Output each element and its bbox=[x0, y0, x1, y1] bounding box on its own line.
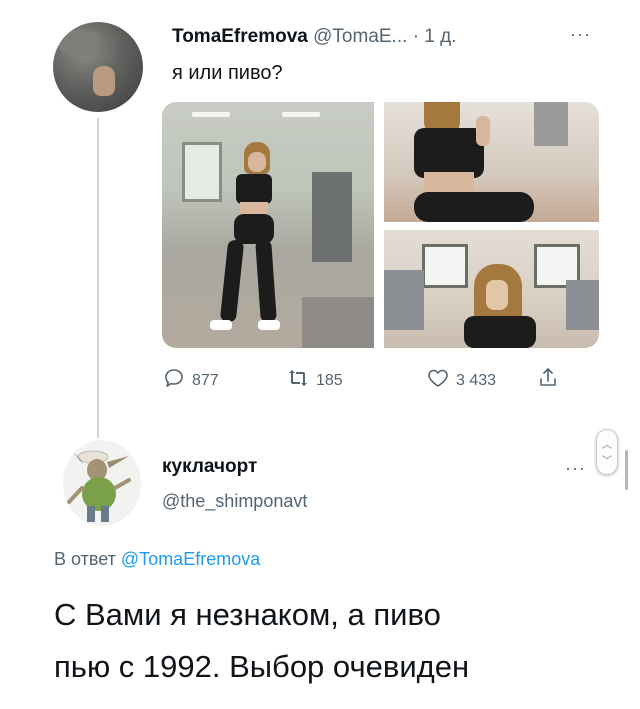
like-button[interactable]: 3 433 bbox=[426, 366, 496, 395]
retweet-icon bbox=[286, 366, 310, 395]
retweet-button[interactable]: 185 bbox=[286, 366, 343, 395]
share-icon bbox=[536, 366, 560, 395]
reply-more-options-button[interactable]: ··· bbox=[565, 458, 586, 479]
reply-button[interactable]: 877 bbox=[162, 366, 219, 395]
reply-text: С Вами я незнаком, а пиво пью с 1992. Вы… bbox=[54, 589, 614, 693]
reply-prefix: В ответ bbox=[54, 549, 116, 569]
scrollbar[interactable] bbox=[625, 450, 628, 490]
heart-icon bbox=[426, 366, 450, 395]
author-avatar[interactable] bbox=[53, 22, 143, 112]
avatar-hand-shape bbox=[93, 66, 115, 96]
chevron-down-icon: ﹀ bbox=[602, 456, 612, 467]
reply-text-line-1: С Вами я незнаком, а пиво bbox=[54, 597, 441, 632]
tweet-actions-bar: 877 185 3 433 bbox=[162, 366, 602, 394]
media-photo-2[interactable] bbox=[384, 102, 599, 222]
reply-text-line-2: пью с 1992. Выбор очевиден bbox=[54, 649, 470, 684]
reply-author-handle[interactable]: @the_shimponavt bbox=[162, 491, 307, 512]
tweet-header: TomaEfremova @TomaE... · 1 д. bbox=[172, 26, 457, 48]
media-photo-3[interactable] bbox=[384, 230, 599, 348]
author-name[interactable]: TomaEfremova bbox=[172, 26, 308, 47]
reply-context: В ответ @TomaEfremova bbox=[54, 549, 260, 570]
goblin-illustration-icon bbox=[67, 450, 131, 522]
tweet-time[interactable]: · 1 д. bbox=[413, 26, 457, 47]
media-photo-1[interactable] bbox=[162, 102, 374, 348]
reply-to-link[interactable]: @TomaEfremova bbox=[121, 549, 260, 569]
avatar-rock-shape bbox=[59, 30, 99, 56]
reply-count: 877 bbox=[192, 371, 219, 389]
scroll-handle[interactable]: ︿ ﹀ bbox=[596, 429, 618, 475]
author-handle[interactable]: @TomaE... bbox=[313, 26, 407, 47]
thread-connector-line bbox=[97, 118, 99, 438]
tweet-text: я или пиво? bbox=[172, 62, 283, 84]
share-button[interactable] bbox=[536, 366, 560, 395]
retweet-count: 185 bbox=[316, 371, 343, 389]
chevron-up-icon: ︿ bbox=[602, 440, 612, 451]
more-options-button[interactable]: ··· bbox=[570, 24, 591, 45]
reply-author-name[interactable]: куклачорт bbox=[162, 456, 257, 478]
tweet-media-grid[interactable] bbox=[162, 102, 599, 348]
like-count: 3 433 bbox=[456, 371, 497, 389]
reply-icon bbox=[162, 366, 186, 395]
reply-author-avatar[interactable] bbox=[63, 440, 141, 526]
